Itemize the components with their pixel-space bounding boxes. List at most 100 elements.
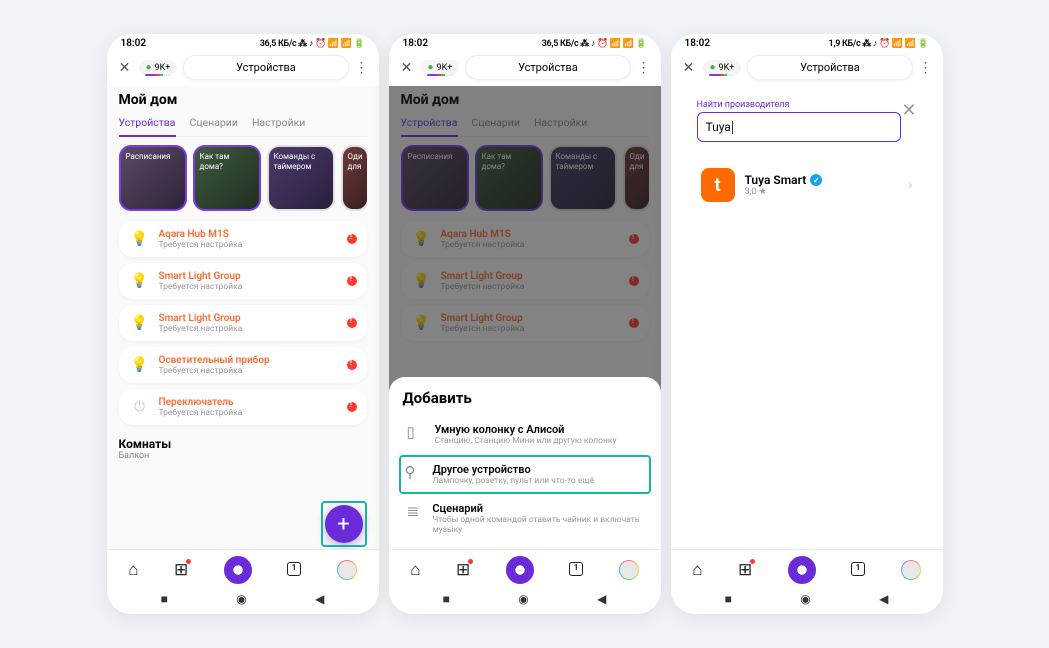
switch-icon: ⏻ bbox=[129, 396, 151, 418]
alice-icon[interactable] bbox=[506, 556, 534, 584]
alert-icon bbox=[347, 318, 357, 328]
phone-screen-1: 18:02 36,5 КБ/с ⁂ ♪ ⏰ 📶 📶 🔋 ✕ ● 9K+ Устр… bbox=[107, 34, 379, 614]
recents-icon[interactable]: ■ bbox=[443, 592, 450, 606]
tutorial-highlight bbox=[321, 501, 367, 547]
rooms-section: Комнаты Балкон bbox=[119, 437, 367, 461]
device-icon: ⚲ bbox=[405, 463, 423, 486]
apps-icon[interactable]: ⊞ bbox=[174, 560, 188, 580]
device-list: 💡 Aqara Hub M1SТребуется настройка 💡 Sma… bbox=[119, 221, 367, 425]
device-row[interactable]: 💡 Smart Light GroupТребуется настройка bbox=[119, 305, 367, 341]
time: 18:02 bbox=[121, 38, 147, 49]
search-label: Найти производителя bbox=[697, 100, 917, 110]
status-icons: 1,9 КБ/с ⁂ ♪ ⏰ 📶 📶 🔋 bbox=[829, 38, 929, 49]
tab-scenarios[interactable]: Сценарии bbox=[190, 112, 238, 136]
dot-icon: ● bbox=[146, 62, 152, 73]
android-nav: ■ ◉ ◀ bbox=[389, 586, 661, 614]
back-icon[interactable]: ◀ bbox=[597, 592, 606, 606]
alice-icon[interactable] bbox=[224, 556, 252, 584]
card-partial[interactable]: Оди для bbox=[341, 145, 367, 211]
search-result[interactable]: t Tuya Smart✓ 3,0 ★ › bbox=[697, 156, 917, 214]
device-row[interactable]: 💡 Smart Light GroupТребуется настройка bbox=[119, 263, 367, 299]
alert-icon bbox=[347, 276, 357, 286]
page-title[interactable]: Устройства bbox=[183, 55, 348, 80]
more-icon[interactable]: ⋮ bbox=[637, 60, 651, 76]
android-nav: ■ ◉ ◀ bbox=[671, 586, 943, 614]
device-row[interactable]: 💡 Aqara Hub M1SТребуется настройка bbox=[119, 221, 367, 257]
tab-devices[interactable]: Устройства bbox=[119, 112, 176, 137]
profile-icon[interactable] bbox=[901, 560, 921, 580]
back-icon[interactable]: ◀ bbox=[315, 592, 324, 606]
tuya-logo-icon: t bbox=[701, 168, 735, 202]
pages-icon[interactable] bbox=[287, 560, 301, 580]
home-nav-icon[interactable]: ◉ bbox=[518, 592, 528, 606]
more-icon[interactable]: ⋮ bbox=[919, 60, 933, 76]
pages-icon[interactable] bbox=[569, 560, 583, 580]
close-icon[interactable]: ✕ bbox=[681, 60, 697, 76]
app-header: ✕ ● 9K+ Устройства ⋮ bbox=[107, 51, 379, 86]
recents-icon[interactable]: ■ bbox=[161, 592, 168, 606]
apps-icon[interactable]: ⊞ bbox=[738, 560, 752, 580]
card-timer-commands[interactable]: Команды с таймером bbox=[267, 145, 335, 211]
phone-screen-3: 18:02 1,9 КБ/с ⁂ ♪ ⏰ 📶 📶 🔋 ✕ ● 9K+ Устро… bbox=[671, 34, 943, 614]
status-icons: 36,5 КБ/с ⁂ ♪ ⏰ 📶 📶 🔋 bbox=[260, 38, 365, 49]
back-icon[interactable]: ◀ bbox=[879, 592, 888, 606]
app-header: ✕ ● 9K+ Устройства ⋮ bbox=[671, 51, 943, 86]
chevron-right-icon: › bbox=[908, 177, 912, 193]
status-bar: 18:02 36,5 КБ/с ⁂ ♪ ⏰ 📶 📶 🔋 bbox=[389, 34, 661, 51]
tab-settings[interactable]: Настройки bbox=[252, 112, 305, 136]
alert-icon bbox=[347, 402, 357, 412]
bottom-tabbar: ⌂ ⊞ bbox=[671, 549, 943, 586]
home-nav-icon[interactable]: ◉ bbox=[800, 592, 810, 606]
home-icon[interactable]: ⌂ bbox=[128, 560, 138, 580]
status-bar: 18:02 1,9 КБ/с ⁂ ♪ ⏰ 📶 📶 🔋 bbox=[671, 34, 943, 51]
bulb-icon: 💡 bbox=[129, 270, 151, 292]
close-icon[interactable]: ✕ bbox=[117, 60, 133, 76]
status-bar: 18:02 36,5 КБ/с ⁂ ♪ ⏰ 📶 📶 🔋 bbox=[107, 34, 379, 51]
apps-icon[interactable]: ⊞ bbox=[456, 560, 470, 580]
notifications-chip[interactable]: ● 9K+ bbox=[703, 60, 742, 75]
home-icon[interactable]: ⌂ bbox=[410, 560, 420, 580]
home-name: Мой дом bbox=[119, 92, 367, 108]
alert-icon bbox=[347, 234, 357, 244]
profile-icon[interactable] bbox=[619, 560, 639, 580]
tabs: Устройства Сценарии Настройки bbox=[119, 112, 367, 137]
sheet-item-scenario[interactable]: ≣ СценарийЧтобы одной командой ставить ч… bbox=[403, 494, 647, 543]
sheet-item-speaker[interactable]: ▯ Умную колонку с АлисойСтанцию, Станцию… bbox=[403, 415, 647, 455]
app-header: ✕ ● 9K+ Устройства ⋮ bbox=[389, 51, 661, 86]
device-row[interactable]: ⏻ ПереключательТребуется настройка bbox=[119, 389, 367, 425]
notifications-chip[interactable]: ● 9K+ bbox=[421, 60, 460, 75]
device-row[interactable]: 💡 Осветительный приборТребуется настройк… bbox=[119, 347, 367, 383]
bulb-icon: 💡 bbox=[129, 354, 151, 376]
search-input[interactable]: Tuya bbox=[697, 112, 902, 142]
home-icon[interactable]: ⌂ bbox=[692, 560, 702, 580]
page-title[interactable]: Устройства bbox=[465, 55, 630, 80]
card-schedules[interactable]: Расписания bbox=[119, 145, 187, 211]
sheet-title: Добавить bbox=[403, 389, 647, 407]
alice-icon[interactable] bbox=[788, 556, 816, 584]
badge-icon bbox=[186, 559, 191, 564]
status-icons: 36,5 КБ/с ⁂ ♪ ⏰ 📶 📶 🔋 bbox=[542, 38, 647, 49]
notifications-chip[interactable]: ● 9K+ bbox=[139, 60, 178, 75]
bulb-icon: 💡 bbox=[129, 228, 151, 250]
text-cursor bbox=[732, 121, 733, 134]
dot-icon: ● bbox=[710, 62, 716, 73]
time: 18:02 bbox=[685, 38, 711, 49]
scenario-icon: ≣ bbox=[407, 502, 423, 535]
phone-screen-2: 18:02 36,5 КБ/с ⁂ ♪ ⏰ 📶 📶 🔋 ✕ ● 9K+ Устр… bbox=[389, 34, 661, 614]
bottom-tabbar: ⌂ ⊞ bbox=[389, 549, 661, 586]
profile-icon[interactable] bbox=[337, 560, 357, 580]
bulb-icon: 💡 bbox=[129, 312, 151, 334]
recents-icon[interactable]: ■ bbox=[725, 592, 732, 606]
sheet-item-other-device[interactable]: ⚲ Другое устройствоЛампочку, розетку, пу… bbox=[399, 455, 651, 494]
speaker-icon: ▯ bbox=[407, 423, 425, 446]
pages-icon[interactable] bbox=[851, 560, 865, 580]
dot-icon: ● bbox=[428, 62, 434, 73]
close-icon[interactable]: ✕ bbox=[399, 60, 415, 76]
clear-search-icon[interactable]: ✕ bbox=[901, 100, 916, 121]
scenario-cards: Расписания Как там дома? Команды с тайме… bbox=[119, 145, 367, 211]
home-nav-icon[interactable]: ◉ bbox=[236, 592, 246, 606]
page-title[interactable]: Устройства bbox=[747, 55, 912, 80]
card-home-status[interactable]: Как там дома? bbox=[193, 145, 261, 211]
more-icon[interactable]: ⋮ bbox=[355, 60, 369, 76]
android-nav: ■ ◉ ◀ bbox=[107, 586, 379, 614]
